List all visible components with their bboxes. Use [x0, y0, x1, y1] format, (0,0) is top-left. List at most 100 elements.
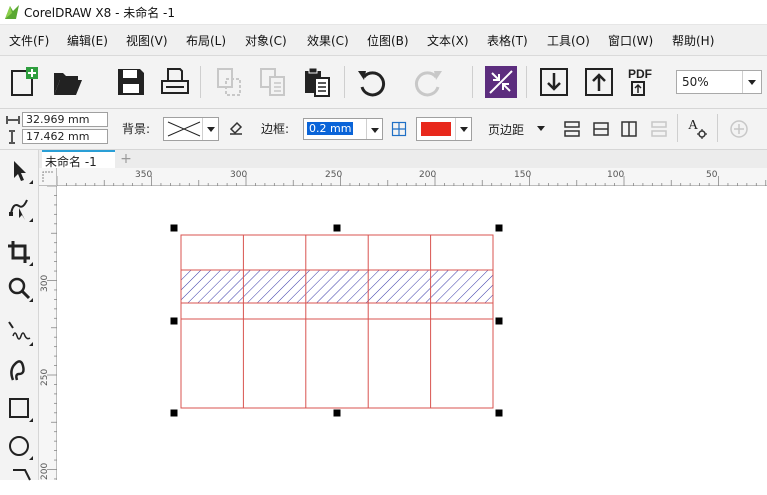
selection-handle[interactable]: [170, 224, 178, 232]
selection-handle[interactable]: [170, 317, 178, 325]
border-width-combo[interactable]: 0.2 mm: [303, 118, 383, 140]
document-tab[interactable]: 未命名 -1: [42, 150, 115, 169]
page-margins-button[interactable]: 页边距: [486, 119, 548, 139]
toolbar-separator: [200, 66, 201, 98]
object-height-field[interactable]: 17.462 mm: [22, 129, 108, 144]
shape-tool[interactable]: [5, 194, 33, 222]
fill-picker-icon[interactable]: [228, 120, 244, 136]
menu-window[interactable]: 窗口(W): [608, 32, 653, 49]
width-icon: [6, 116, 20, 124]
add-plus-disabled-icon[interactable]: [729, 119, 749, 139]
import-export-button[interactable]: [484, 65, 518, 99]
border-selection-icon[interactable]: [391, 121, 407, 137]
ruler-label: 200: [40, 462, 50, 480]
standard-toolbar: PDF: [0, 56, 767, 141]
ellipse-tool[interactable]: [5, 432, 33, 460]
import-arrow-down-icon: [540, 68, 568, 96]
chevron-down-icon: [537, 126, 545, 131]
split-columns-icon[interactable]: [620, 120, 638, 138]
menu-layout[interactable]: 布局(L): [186, 32, 226, 49]
save-disk-icon: [118, 69, 144, 95]
save-button[interactable]: [114, 65, 148, 99]
polygon-tool[interactable]: [5, 464, 33, 492]
redo-button[interactable]: [412, 65, 446, 99]
align-top-icon[interactable]: [563, 120, 581, 138]
align-middle-icon[interactable]: [592, 120, 610, 138]
border-label: 边框:: [261, 122, 290, 136]
menu-edit[interactable]: 编辑(E): [67, 32, 108, 49]
background-fill-combo[interactable]: [163, 117, 219, 141]
canvas-drawing: [170, 224, 503, 417]
tool-flyout-indicator: [29, 342, 33, 346]
menu-text[interactable]: 文本(X): [427, 32, 469, 49]
outline-color-combo[interactable]: [416, 117, 472, 141]
crop-tool[interactable]: [5, 238, 33, 266]
rectangle-tool[interactable]: [5, 394, 33, 422]
menu-file[interactable]: 文件(F): [9, 32, 49, 49]
border-width-dropdown-arrow[interactable]: [366, 119, 382, 139]
menu-help[interactable]: 帮助(H): [672, 32, 714, 49]
menu-tools[interactable]: 工具(O): [547, 32, 590, 49]
menu-bitmaps[interactable]: 位图(B): [367, 32, 409, 49]
selection-handle[interactable]: [495, 317, 503, 325]
tool-flyout-indicator: [29, 180, 33, 184]
hatched-table-row[interactable]: [181, 270, 493, 303]
selection-handle[interactable]: [495, 409, 503, 417]
paste-clipboard-icon: [305, 67, 330, 97]
zoom-dropdown-button[interactable]: [742, 71, 761, 93]
selection-handle[interactable]: [333, 224, 341, 232]
open-document-button[interactable]: [50, 65, 84, 99]
object-width-field[interactable]: 32.969 mm: [22, 112, 108, 127]
menu-effects[interactable]: 效果(C): [307, 32, 349, 49]
paste-button[interactable]: [300, 65, 334, 99]
pdf-icon: PDF: [628, 67, 652, 96]
ruler-label: 300: [230, 170, 248, 180]
artistic-media-tool[interactable]: [5, 356, 33, 384]
ruler-origin[interactable]: [39, 168, 57, 186]
toolbox: [0, 150, 39, 481]
freehand-tool[interactable]: [5, 318, 33, 346]
selection-handle[interactable]: [170, 409, 178, 417]
selection-handle[interactable]: [333, 409, 341, 417]
menu-object[interactable]: 对象(C): [245, 32, 287, 49]
cut-button[interactable]: [212, 65, 246, 99]
artistic-curve-icon: [10, 360, 25, 381]
ruler-label: 250: [40, 368, 50, 386]
background-label: 背景:: [122, 122, 151, 136]
object-width-value: 32.969 mm: [26, 113, 90, 126]
toolbar-separator: [472, 66, 473, 98]
polygon-icon: [13, 469, 31, 481]
height-icon: [9, 130, 15, 144]
cut-disabled-icon: [217, 68, 241, 96]
tool-flyout-indicator: [29, 218, 33, 222]
new-tab-button[interactable]: +: [119, 152, 133, 166]
background-dropdown-arrow[interactable]: [202, 118, 218, 140]
selection-handles: [170, 224, 503, 417]
menu-bar: 文件(F) 编辑(E) 视图(V) 布局(L) 对象(C) 效果(C) 位图(B…: [0, 25, 767, 56]
vertical-ruler[interactable]: 300 250 200: [39, 186, 57, 480]
new-document-button[interactable]: [6, 65, 40, 99]
export-button[interactable]: [582, 65, 616, 99]
print-button[interactable]: [158, 65, 192, 99]
menu-view[interactable]: 视图(V): [126, 32, 168, 49]
publish-pdf-button[interactable]: PDF: [626, 65, 660, 99]
undo-button[interactable]: [354, 65, 388, 99]
horizontal-ruler[interactable]: 350 300 250 200 150 100 50: [57, 168, 767, 186]
toolbar-separator: [526, 66, 527, 98]
menu-table[interactable]: 表格(T): [487, 32, 528, 49]
outline-color-dropdown-arrow[interactable]: [455, 118, 471, 140]
ruler-label: 50: [706, 170, 718, 180]
tool-flyout-indicator: [29, 298, 33, 302]
pick-tool[interactable]: [5, 156, 33, 184]
drawing-canvas[interactable]: [57, 186, 767, 480]
text-properties-button[interactable]: A: [687, 118, 709, 140]
zoom-level-combo[interactable]: 50%: [676, 70, 762, 94]
new-document-icon: [11, 67, 38, 96]
svg-text:PDF: PDF: [628, 67, 652, 81]
selection-handle[interactable]: [495, 224, 503, 232]
merge-cells-disabled-icon[interactable]: [650, 120, 668, 138]
copy-button[interactable]: [256, 65, 290, 99]
table-object[interactable]: [180, 234, 494, 409]
import-button[interactable]: [537, 65, 571, 99]
zoom-tool[interactable]: [5, 274, 33, 302]
